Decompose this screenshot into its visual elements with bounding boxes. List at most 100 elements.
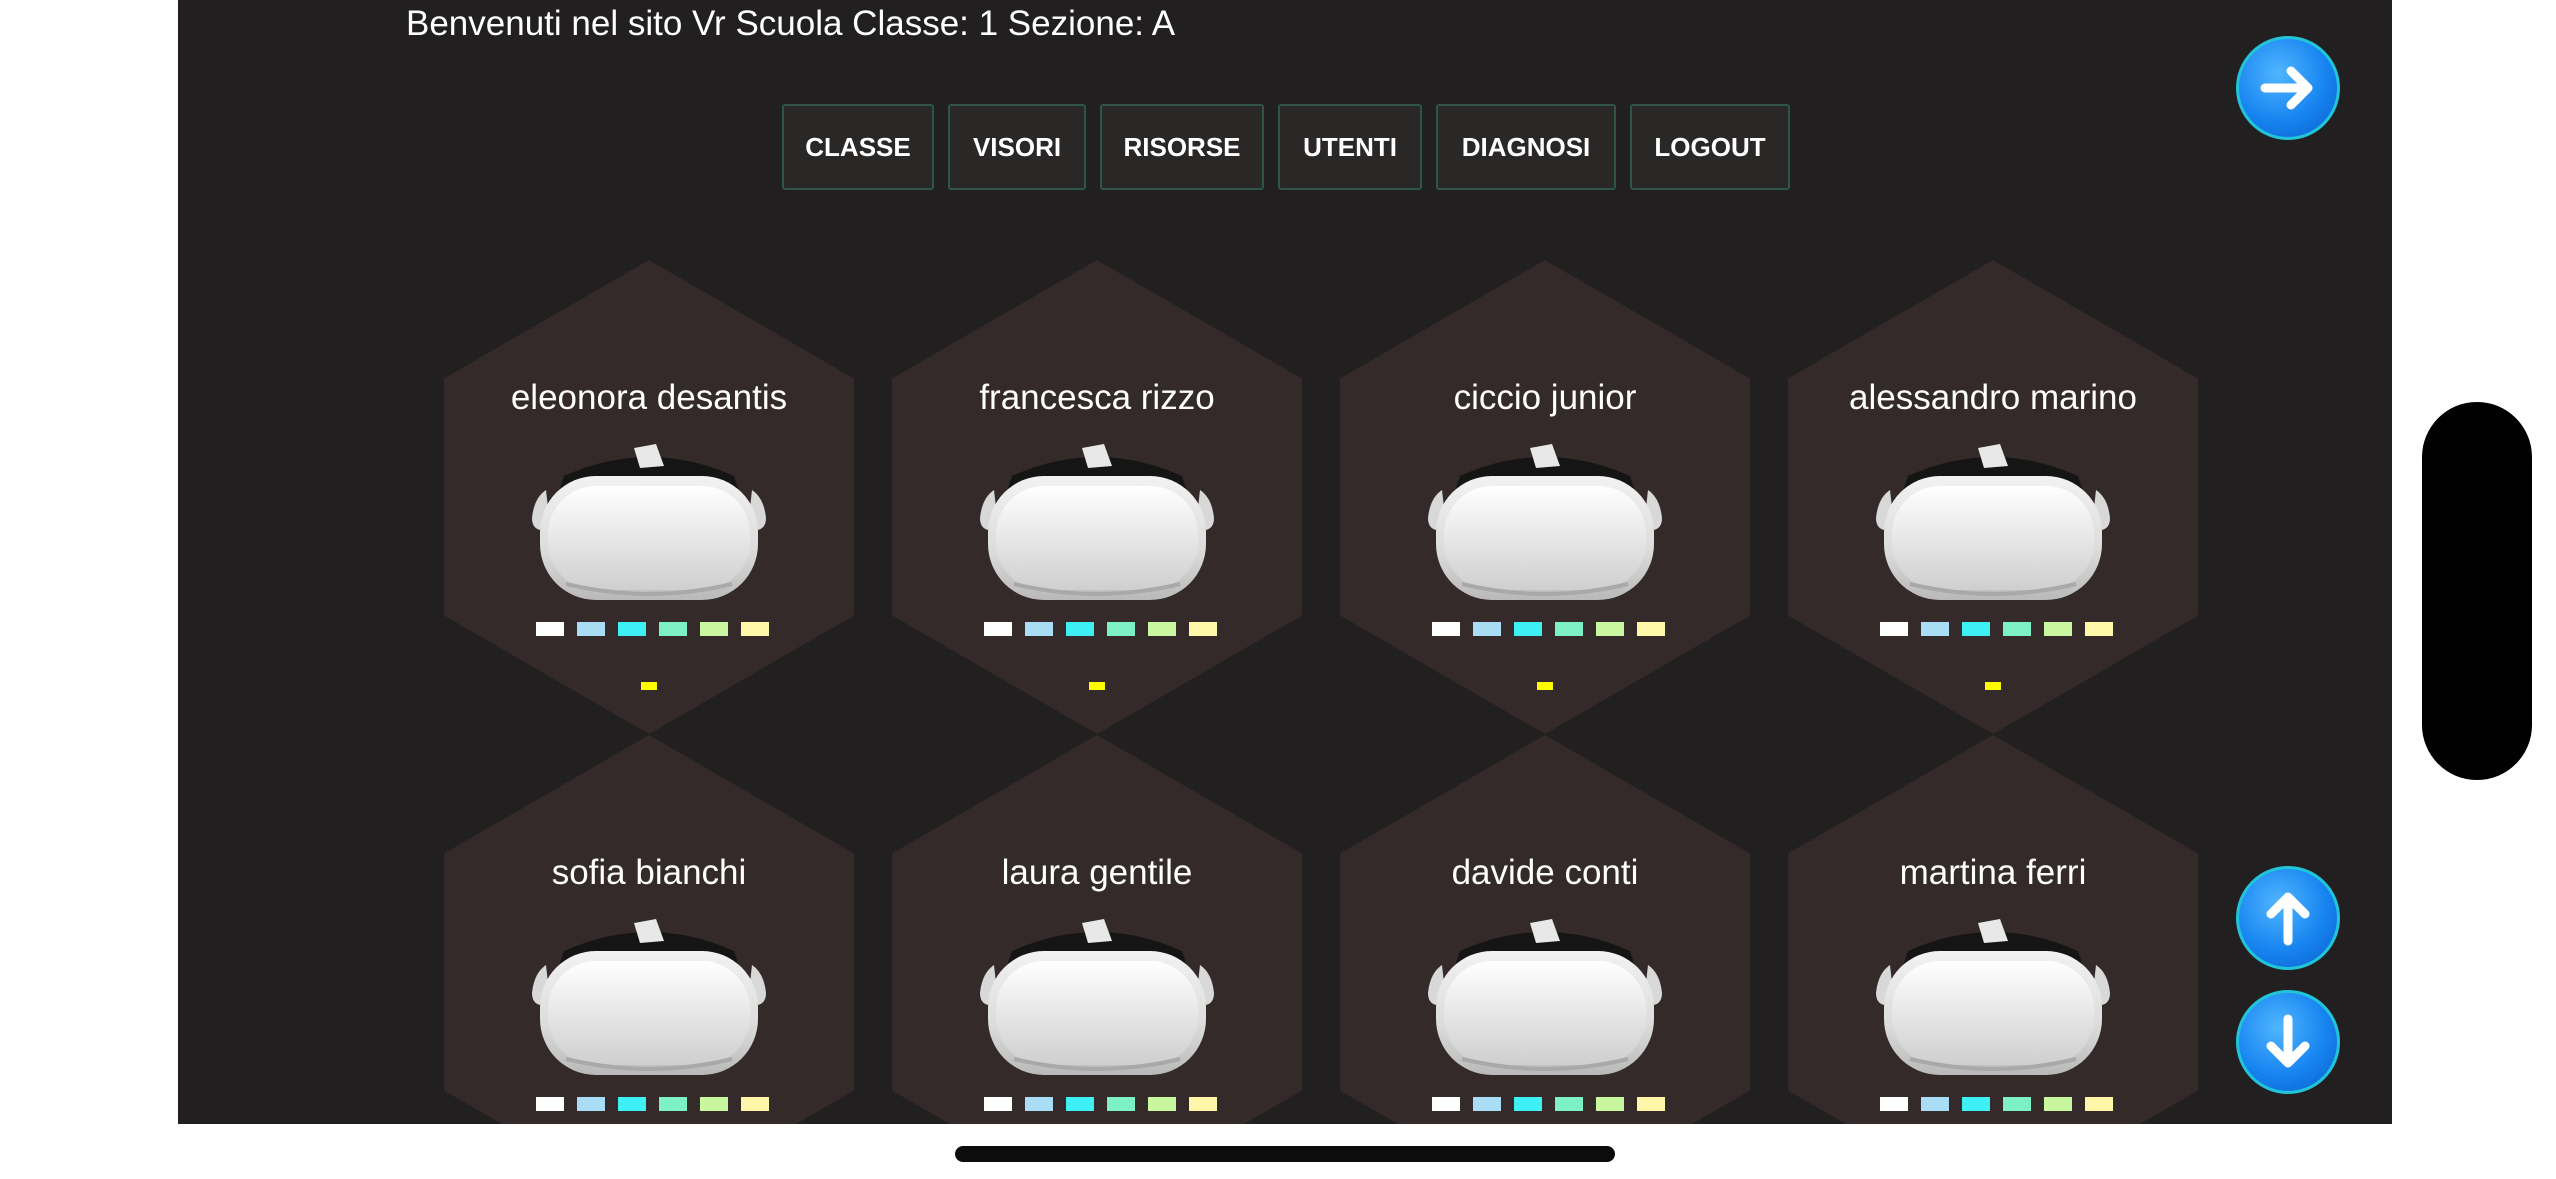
student-name: eleonora desantis: [510, 378, 788, 417]
status-indicator: [1985, 682, 2001, 690]
status-indicator: [1089, 682, 1105, 690]
status-swatch: [1473, 1097, 1501, 1111]
student-card[interactable]: alessandro marino: [1788, 260, 2198, 734]
status-swatch: [1473, 622, 1501, 636]
status-swatch: [1637, 622, 1665, 636]
status-swatches: [536, 1097, 769, 1111]
status-swatch: [2003, 1097, 2031, 1111]
status-swatch: [1432, 622, 1460, 636]
status-swatch: [2085, 1097, 2113, 1111]
status-swatches: [984, 622, 1217, 636]
status-swatch: [1148, 1097, 1176, 1111]
status-swatch: [618, 1097, 646, 1111]
status-swatch: [618, 622, 646, 636]
student-card[interactable]: ciccio junior: [1340, 260, 1750, 734]
vr-headset-icon: [1428, 444, 1662, 600]
nav-classe-button[interactable]: CLASSE: [782, 104, 934, 190]
status-swatch: [1107, 622, 1135, 636]
arrow-down-icon: [2266, 1014, 2310, 1068]
vr-headset-icon: [1876, 444, 2110, 600]
nav-logout-button[interactable]: LOGOUT: [1630, 104, 1790, 190]
student-name: alessandro marino: [1849, 378, 2137, 417]
status-swatch: [1025, 622, 1053, 636]
home-indicator[interactable]: [955, 1146, 1615, 1162]
status-indicator: [641, 682, 657, 690]
status-swatch: [984, 1097, 1012, 1111]
vr-headset-icon: [980, 444, 1214, 600]
student-card[interactable]: francesca rizzo: [892, 260, 1302, 734]
status-swatch: [700, 622, 728, 636]
vr-headset-icon: [1876, 919, 2110, 1075]
status-swatch: [1066, 1097, 1094, 1111]
status-swatch: [1555, 622, 1583, 636]
status-swatch: [577, 1097, 605, 1111]
status-swatch: [2085, 622, 2113, 636]
status-swatch: [536, 622, 564, 636]
nav-diagnosi-button[interactable]: DIAGNOSI: [1436, 104, 1616, 190]
status-swatch: [741, 1097, 769, 1111]
status-swatch: [536, 1097, 564, 1111]
student-name: davide conti: [1451, 853, 1639, 892]
student-card[interactable]: martina ferri: [1788, 735, 2198, 1124]
status-swatch: [1596, 622, 1624, 636]
scroll-down-button[interactable]: [2236, 990, 2340, 1094]
student-card[interactable]: eleonora desantis: [444, 260, 854, 734]
status-swatch: [1189, 622, 1217, 636]
status-swatches: [1432, 1097, 1665, 1111]
student-name: martina ferri: [1899, 853, 2087, 892]
status-swatch: [1921, 622, 1949, 636]
arrow-right-icon: [2260, 66, 2313, 110]
side-handle: [2422, 402, 2532, 780]
status-swatch: [1921, 1097, 1949, 1111]
status-swatch: [2044, 622, 2072, 636]
status-swatch: [984, 622, 1012, 636]
status-swatches: [536, 622, 769, 636]
student-name: ciccio junior: [1453, 378, 1637, 417]
status-swatch: [1514, 1097, 1542, 1111]
student-card[interactable]: sofia bianchi: [444, 735, 854, 1124]
status-swatch: [2044, 1097, 2072, 1111]
status-swatch: [1962, 1097, 1990, 1111]
scroll-up-button[interactable]: [2236, 866, 2340, 970]
vr-headset-icon: [532, 919, 766, 1075]
status-swatch: [1637, 1097, 1665, 1111]
welcome-message: Benvenuti nel sito Vr Scuola Classe: 1 S…: [406, 4, 1176, 43]
arrow-up-icon: [2266, 892, 2310, 946]
status-swatch: [1596, 1097, 1624, 1111]
nav-utenti-button[interactable]: UTENTI: [1278, 104, 1422, 190]
nav-risorse-button[interactable]: RISORSE: [1100, 104, 1264, 190]
status-swatch: [1962, 622, 1990, 636]
status-swatch: [1514, 622, 1542, 636]
status-swatch: [741, 622, 769, 636]
status-swatches: [1880, 622, 2113, 636]
status-swatch: [1880, 1097, 1908, 1111]
status-swatch: [2003, 622, 2031, 636]
status-indicator: [1537, 682, 1553, 690]
status-swatch: [659, 622, 687, 636]
status-swatch: [1432, 1097, 1460, 1111]
student-name: francesca rizzo: [979, 378, 1215, 417]
status-swatch: [1025, 1097, 1053, 1111]
vr-headset-icon: [532, 444, 766, 600]
status-swatches: [984, 1097, 1217, 1111]
status-swatch: [1189, 1097, 1217, 1111]
student-card[interactable]: laura gentile: [892, 735, 1302, 1124]
status-swatch: [577, 622, 605, 636]
status-swatch: [659, 1097, 687, 1111]
main-nav: CLASSE VISORI RISORSE UTENTI DIAGNOSI LO…: [782, 104, 1790, 190]
app-window: Benvenuti nel sito Vr Scuola Classe: 1 S…: [178, 0, 2392, 1124]
status-swatches: [1432, 622, 1665, 636]
student-name: laura gentile: [1001, 853, 1193, 892]
status-swatch: [1066, 622, 1094, 636]
vr-headset-icon: [1428, 919, 1662, 1075]
status-swatch: [1148, 622, 1176, 636]
student-card[interactable]: davide conti: [1340, 735, 1750, 1124]
status-swatch: [1555, 1097, 1583, 1111]
status-swatches: [1880, 1097, 2113, 1111]
vr-headset-icon: [980, 919, 1214, 1075]
status-swatch: [1880, 622, 1908, 636]
status-swatch: [700, 1097, 728, 1111]
nav-visori-button[interactable]: VISORI: [948, 104, 1086, 190]
next-button[interactable]: [2236, 36, 2340, 140]
student-name: sofia bianchi: [551, 853, 747, 892]
